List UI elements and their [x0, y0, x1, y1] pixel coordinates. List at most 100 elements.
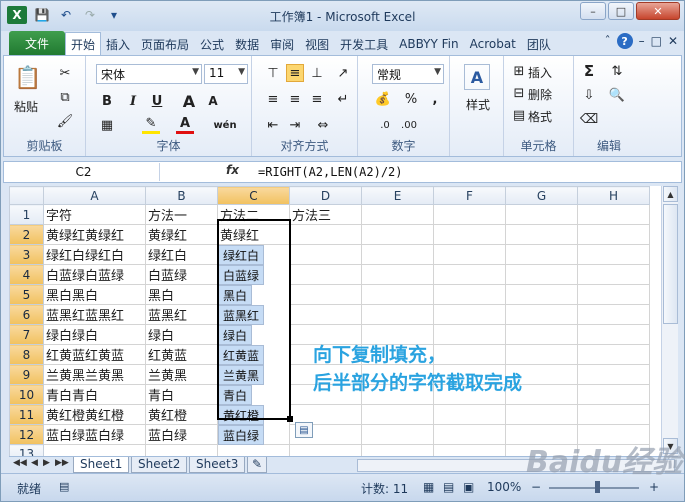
cell-d[interactable]: 方法三 — [289, 204, 362, 226]
cell-h[interactable] — [577, 364, 650, 386]
row-header[interactable]: 8 — [9, 344, 44, 366]
next-sheet-icon[interactable]: ▶ — [43, 458, 50, 468]
row-header[interactable]: 6 — [9, 304, 44, 326]
increase-decimal-icon[interactable]: .0 — [376, 116, 394, 134]
find-select-icon[interactable]: 🔍 — [608, 86, 626, 104]
cell-f[interactable] — [433, 204, 506, 226]
cell-d[interactable] — [289, 224, 362, 246]
zoom-in-icon[interactable]: + — [649, 480, 659, 494]
decrease-decimal-icon[interactable]: .00 — [400, 116, 418, 134]
fill-icon[interactable]: ⇩ — [580, 86, 598, 104]
cell-a[interactable]: 绿红白绿红白 — [43, 244, 146, 266]
grow-font-icon[interactable]: A — [180, 92, 198, 111]
fill-color-icon[interactable]: ✎ — [142, 116, 160, 134]
cell-e[interactable] — [361, 424, 434, 446]
format-cells-button[interactable]: 格式 — [528, 108, 552, 125]
workbook-close-icon[interactable]: ✕ — [668, 34, 678, 48]
zoom-out-icon[interactable]: − — [531, 480, 541, 494]
cell-c[interactable]: 红黄蓝 — [218, 344, 265, 365]
wrap-text-icon[interactable]: ↵ — [334, 90, 352, 108]
vertical-scrollbar[interactable]: ▲ ▼ — [661, 186, 678, 456]
cell-f[interactable] — [433, 284, 506, 306]
cell-e[interactable] — [361, 264, 434, 286]
cell-g[interactable] — [505, 284, 578, 306]
copy-icon[interactable]: ⧉ — [56, 88, 74, 106]
autosum-icon[interactable]: Σ — [580, 62, 598, 80]
cell-f[interactable] — [433, 304, 506, 326]
column-header[interactable]: D — [289, 186, 362, 206]
cell-a[interactable]: 蓝黑红蓝黑红 — [43, 304, 146, 326]
cell-a[interactable]: 黑白黑白 — [43, 284, 146, 306]
cell-e[interactable] — [361, 404, 434, 426]
cell-c[interactable]: 黄绿红 — [217, 224, 290, 246]
cell-c[interactable] — [217, 444, 290, 456]
tab-home[interactable]: 开始 — [65, 32, 102, 55]
cell-d[interactable] — [289, 284, 362, 306]
column-header[interactable]: A — [43, 186, 146, 206]
cell-b[interactable]: 白蓝绿 — [145, 264, 218, 286]
font-color-icon[interactable]: A — [176, 116, 194, 134]
cell-h[interactable] — [577, 384, 650, 406]
workbook-restore-icon[interactable]: □ — [651, 34, 662, 48]
cell-c[interactable]: 蓝黑红 — [218, 304, 265, 325]
shrink-font-icon[interactable]: A — [204, 92, 222, 110]
cell-b[interactable]: 红黄蓝 — [145, 344, 218, 366]
formula-input[interactable]: =RIGHT(A2,LEN(A2)/2) — [258, 165, 403, 179]
last-sheet-icon[interactable]: ▶▶ — [55, 458, 69, 468]
cell-c[interactable]: 黄红橙 — [218, 404, 265, 425]
page-layout-view-icon[interactable]: ▤ — [443, 480, 454, 494]
row-header[interactable]: 9 — [9, 364, 44, 386]
cell-b[interactable]: 黑白 — [145, 284, 218, 306]
minimize-ribbon-icon[interactable]: ˆ — [605, 34, 611, 48]
macro-record-icon[interactable]: ▤ — [59, 480, 69, 493]
cell-h[interactable] — [577, 284, 650, 306]
worksheet-grid[interactable]: A B C D E F G H 1 字符 方法一 方法二 方法三 2 黄绿红黄绿红 黄绿红 黄绿… — [9, 186, 661, 456]
row-header[interactable]: 3 — [9, 244, 44, 266]
cell-h[interactable] — [577, 304, 650, 326]
scroll-thumb[interactable] — [663, 204, 678, 324]
cell-a[interactable]: 白蓝绿白蓝绿 — [43, 264, 146, 286]
workbook-minimize-icon[interactable]: – — [639, 34, 645, 48]
cell-b[interactable]: 黄红橙 — [145, 404, 218, 426]
align-top-icon[interactable]: ⊤ — [264, 64, 282, 82]
decrease-indent-icon[interactable]: ⇤ — [264, 116, 282, 134]
cell-d[interactable] — [289, 444, 362, 456]
align-middle-icon[interactable]: ≡ — [286, 64, 304, 82]
sheet-tab-2[interactable]: Sheet2 — [131, 457, 188, 473]
cell-g[interactable] — [505, 304, 578, 326]
tab-formulas[interactable]: 公式 — [195, 33, 230, 55]
cell-c[interactable]: 兰黄黑 — [218, 364, 265, 385]
align-bottom-icon[interactable]: ⊥ — [308, 64, 326, 82]
row-header[interactable]: 13 — [9, 444, 44, 456]
cell-c[interactable]: 青白 — [218, 384, 253, 405]
styles-button[interactable]: 样式 — [458, 96, 498, 113]
row-header[interactable]: 2 — [9, 224, 44, 246]
font-size-select[interactable]: 11 ▼ — [204, 64, 248, 84]
cell-a[interactable]: 黄红橙黄红橙 — [43, 404, 146, 426]
row-header[interactable]: 5 — [9, 284, 44, 306]
prev-sheet-icon[interactable]: ◀ — [31, 458, 38, 468]
cell-b[interactable]: 方法一 — [145, 204, 218, 226]
delete-cells-icon[interactable]: ⊟ — [510, 84, 528, 102]
underline-icon[interactable]: U — [148, 92, 166, 110]
cell-a[interactable]: 字符 — [43, 204, 146, 226]
cell-a[interactable]: 黄绿红黄绿红 — [43, 224, 146, 246]
cell-a[interactable]: 绿白绿白 — [43, 324, 146, 346]
column-header[interactable]: E — [361, 186, 434, 206]
row-header[interactable]: 4 — [9, 264, 44, 286]
row-header[interactable]: 11 — [9, 404, 44, 426]
cell-e[interactable] — [361, 444, 434, 456]
cell-f[interactable] — [433, 424, 506, 446]
cell-e[interactable] — [361, 304, 434, 326]
cell-g[interactable] — [505, 204, 578, 226]
sort-filter-icon[interactable]: ⇅ — [608, 62, 626, 80]
cell-g[interactable] — [505, 224, 578, 246]
comma-style-icon[interactable]: , — [426, 90, 444, 108]
cell-b[interactable]: 绿红白 — [145, 244, 218, 266]
close-button[interactable]: ✕ — [636, 2, 680, 20]
cell-b[interactable]: 蓝白绿 — [145, 424, 218, 446]
minimize-button[interactable]: – — [580, 2, 606, 20]
paste-icon[interactable]: 📋 — [14, 62, 42, 94]
cell-b[interactable] — [145, 444, 218, 456]
cell-c[interactable]: 绿红白 — [218, 245, 265, 266]
